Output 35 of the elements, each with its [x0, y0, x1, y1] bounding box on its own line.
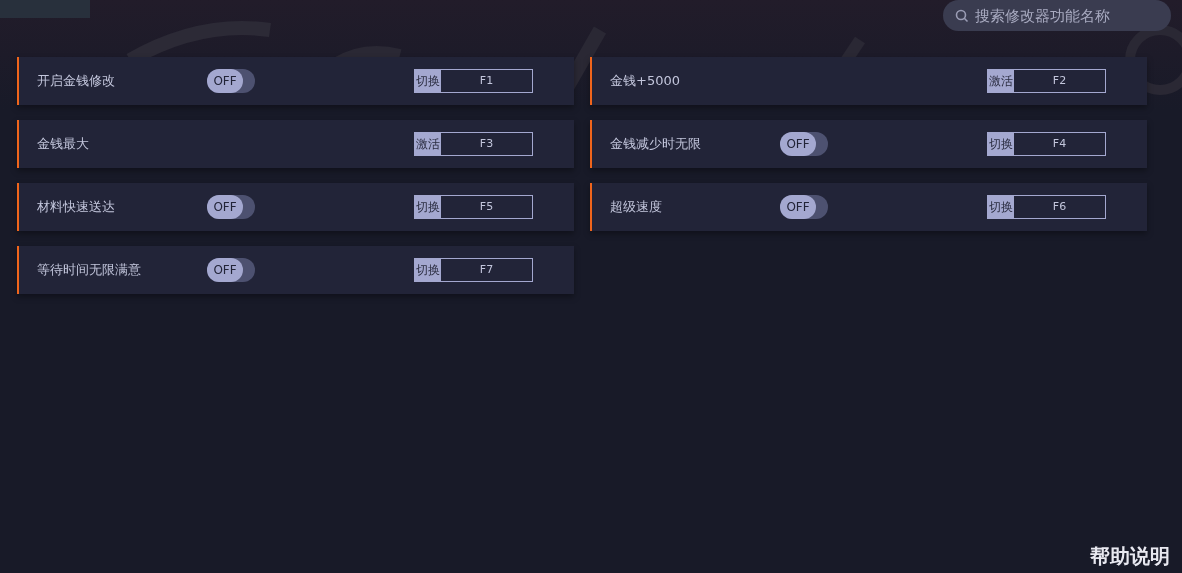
hotkey-field[interactable]: 切换 F5 — [414, 195, 533, 219]
search-field[interactable]: 搜索修改器功能名称 — [943, 0, 1171, 31]
hotkey-text: F1 — [478, 72, 495, 89]
hotkey-text: F3 — [478, 135, 495, 152]
hotkey-field[interactable]: 切换 F6 — [987, 195, 1106, 219]
toggle-switch[interactable]: OFF — [207, 258, 255, 282]
hotkey-field[interactable]: 切换 F1 — [414, 69, 533, 93]
help-link[interactable]: 帮助说明 — [1090, 541, 1170, 571]
action-label: 切换 — [988, 196, 1014, 218]
toggle-switch[interactable]: OFF — [207, 195, 255, 219]
action-label: 切换 — [415, 196, 441, 218]
feature-name: 金钱+5000 — [609, 72, 681, 91]
action-label: 切换 — [415, 259, 441, 281]
feature-name: 开启金钱修改 — [36, 72, 116, 91]
hotkey-field[interactable]: 激活 F2 — [987, 69, 1106, 93]
toggle-switch[interactable]: OFF — [207, 69, 255, 93]
feature-name: 金钱最大 — [36, 135, 90, 154]
hotkey-field[interactable]: 切换 F7 — [414, 258, 533, 282]
toggle-switch[interactable]: OFF — [780, 195, 828, 219]
hotkey-field[interactable]: 切换 F4 — [987, 132, 1106, 156]
hotkey-text: F2 — [1051, 72, 1068, 89]
action-label: 切换 — [988, 133, 1014, 155]
action-label: 切换 — [415, 70, 441, 92]
hotkey-text: F5 — [478, 198, 495, 215]
feature-name: 材料快速送达 — [36, 198, 116, 217]
action-label: 激活 — [415, 133, 441, 155]
feature-name: 金钱减少时无限 — [609, 135, 702, 154]
hotkey-text: F6 — [1051, 198, 1068, 215]
feature-name: 超级速度 — [609, 198, 663, 217]
toggle-switch[interactable]: OFF — [780, 132, 828, 156]
hotkey-text: F4 — [1051, 135, 1068, 152]
hotkey-field[interactable]: 激活 F3 — [414, 132, 533, 156]
action-label: 激活 — [988, 70, 1014, 92]
feature-name: 等待时间无限满意 — [36, 261, 142, 280]
hotkey-text: F7 — [478, 261, 495, 278]
